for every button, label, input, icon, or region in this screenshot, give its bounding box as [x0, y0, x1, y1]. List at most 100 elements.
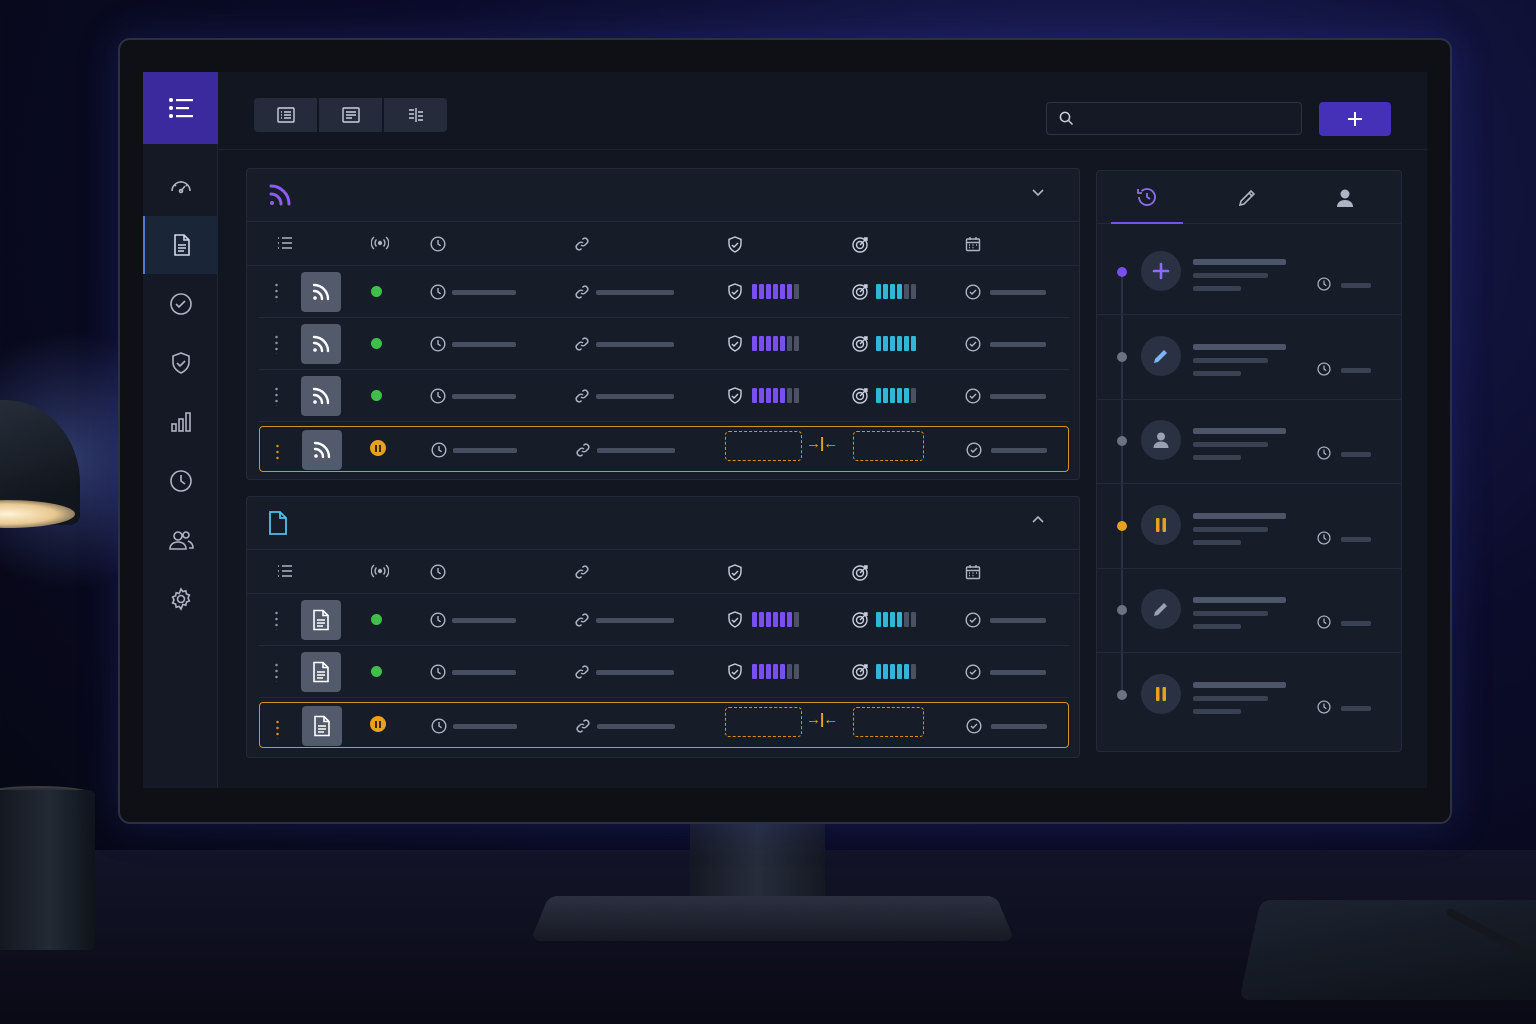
link-placeholder: [597, 724, 675, 729]
shield-check-icon[interactable]: [727, 564, 743, 582]
activity-text-placeholder: [1193, 273, 1268, 278]
menu-button[interactable]: [143, 72, 218, 144]
drag-handle[interactable]: [275, 610, 278, 630]
shield-check-icon: [170, 351, 192, 375]
security-meter: [752, 664, 799, 679]
merge-slot-right[interactable]: [853, 707, 924, 737]
meter-segment: [883, 284, 888, 299]
merge-arrows-icon[interactable]: →|←: [806, 711, 838, 728]
table-row[interactable]: [259, 646, 1069, 698]
timeline-item[interactable]: [1097, 485, 1402, 569]
list-icon[interactable]: [277, 236, 293, 250]
meter-segment: [904, 336, 909, 351]
time-placeholder: [1341, 536, 1371, 542]
check-circle-icon: [966, 718, 982, 734]
link-icon[interactable]: [574, 664, 590, 680]
meter-segment: [890, 336, 895, 351]
table-row[interactable]: [259, 318, 1069, 370]
clock-icon[interactable]: [430, 236, 446, 252]
accuracy-meter: [876, 284, 916, 299]
drag-handle[interactable]: [275, 282, 278, 302]
link-icon[interactable]: [574, 236, 590, 252]
merge-slot-left[interactable]: [725, 707, 802, 737]
target-icon: [851, 283, 869, 301]
table-row[interactable]: [259, 370, 1069, 422]
timestamp-placeholder: [452, 342, 516, 347]
shield-check-icon[interactable]: [727, 236, 743, 254]
link-icon[interactable]: [574, 564, 590, 580]
tab-detail-view[interactable]: [319, 98, 382, 132]
sidebar-item-history[interactable]: [143, 452, 218, 510]
sidebar-item-documents[interactable]: [143, 216, 218, 274]
meter-segment: [904, 664, 909, 679]
rss-feed-icon: [310, 385, 332, 407]
meter-segment: [787, 284, 792, 299]
target-icon[interactable]: [851, 236, 869, 254]
timeline-item[interactable]: [1097, 569, 1402, 653]
calendar-icon[interactable]: [965, 564, 981, 580]
broadcast-icon[interactable]: [371, 236, 389, 250]
meter-segment: [911, 612, 916, 627]
monitor-base: [530, 895, 1015, 941]
sidebar-item-users[interactable]: [143, 511, 218, 569]
timeline-item[interactable]: [1097, 231, 1402, 315]
timestamp-placeholder: [453, 724, 517, 729]
users-icon: [168, 529, 194, 551]
drag-handle[interactable]: [275, 386, 278, 406]
shield-check-icon: [727, 335, 743, 353]
table-row[interactable]: →|←: [259, 702, 1069, 748]
tab-list-view[interactable]: [254, 98, 317, 132]
sidebar-item-dashboard[interactable]: [143, 156, 218, 214]
chevron-down-icon[interactable]: [1031, 187, 1045, 197]
drag-handle[interactable]: [276, 443, 279, 463]
activity-text-placeholder: [1193, 539, 1241, 545]
meter-segment: [904, 612, 909, 627]
chevron-up-icon[interactable]: [1031, 515, 1045, 525]
meter-segment: [787, 336, 792, 351]
history-icon: [1135, 185, 1159, 209]
broadcast-icon[interactable]: [371, 564, 389, 578]
calendar-icon[interactable]: [965, 236, 981, 252]
link-icon[interactable]: [574, 284, 590, 300]
link-icon[interactable]: [575, 442, 591, 458]
shield-check-icon: [727, 663, 743, 681]
tab-history[interactable]: [1111, 171, 1183, 224]
link-icon[interactable]: [575, 718, 591, 734]
add-button[interactable]: [1319, 102, 1391, 136]
link-icon[interactable]: [574, 336, 590, 352]
merge-slot-left[interactable]: [725, 431, 802, 461]
drag-handle[interactable]: [276, 719, 279, 739]
merge-slot-right[interactable]: [853, 431, 924, 461]
link-icon[interactable]: [574, 612, 590, 628]
tab-edits[interactable]: [1211, 171, 1283, 224]
clock-icon: [431, 718, 447, 734]
timeline-item[interactable]: [1097, 400, 1402, 484]
drag-handle[interactable]: [275, 662, 278, 682]
target-icon[interactable]: [851, 564, 869, 582]
list-icon[interactable]: [277, 564, 293, 578]
timeline-item[interactable]: [1097, 316, 1402, 400]
search-box[interactable]: [1046, 102, 1302, 135]
meter-segment: [794, 664, 799, 679]
document-icon: [267, 510, 289, 536]
user-icon: [1336, 188, 1354, 208]
drag-handle[interactable]: [275, 334, 278, 354]
section-header[interactable]: [247, 169, 1079, 222]
sidebar-item-analytics[interactable]: [143, 393, 218, 451]
clock-icon[interactable]: [430, 564, 446, 580]
section-header[interactable]: [247, 497, 1079, 550]
search-icon: [1059, 111, 1074, 126]
time-placeholder: [1341, 367, 1371, 373]
table-row[interactable]: [259, 594, 1069, 646]
link-icon[interactable]: [574, 388, 590, 404]
tab-split-view[interactable]: [384, 98, 447, 132]
sidebar-item-settings[interactable]: [143, 570, 218, 628]
table-row[interactable]: →|←: [259, 426, 1069, 472]
table-row[interactable]: [259, 266, 1069, 318]
sidebar-item-tasks[interactable]: [143, 275, 218, 333]
timeline-item[interactable]: [1097, 654, 1402, 738]
pencil-icon: [1237, 188, 1257, 208]
sidebar-item-security[interactable]: [143, 334, 218, 392]
merge-arrows-icon[interactable]: →|←: [806, 435, 838, 452]
tab-people[interactable]: [1309, 171, 1381, 224]
